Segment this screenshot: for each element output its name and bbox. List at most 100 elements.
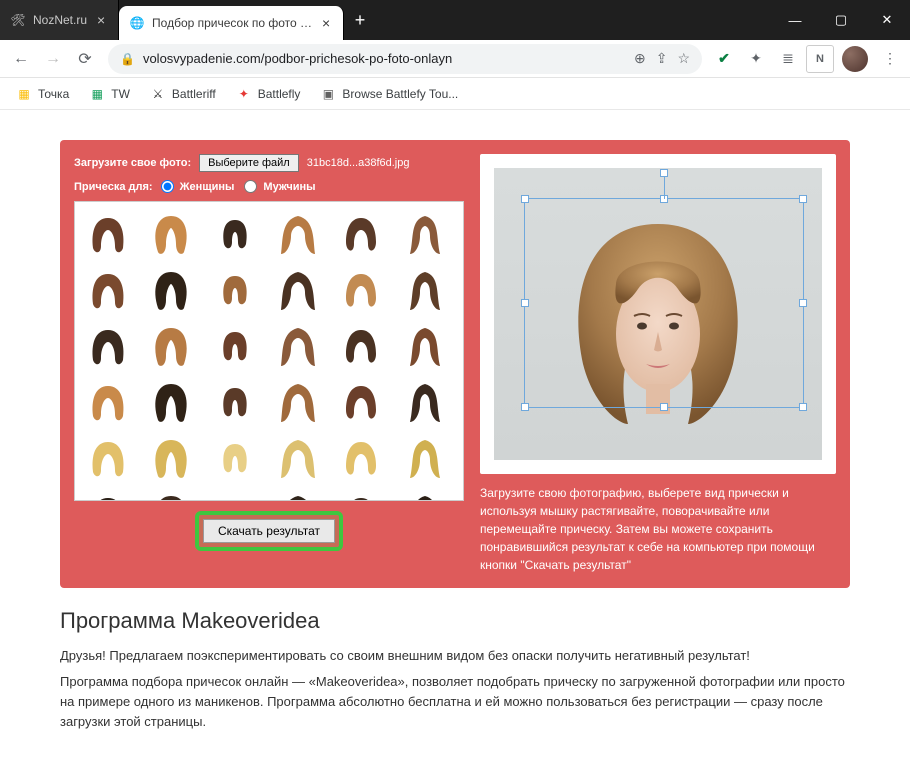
hairstyle-option[interactable]: [400, 378, 450, 424]
article-paragraph: Друзья! Предлагаем поэкспериментировать …: [60, 646, 850, 666]
hairstyle-option[interactable]: [83, 378, 133, 424]
profile-avatar[interactable]: [842, 46, 868, 72]
menu-icon[interactable]: ⋮: [876, 45, 904, 73]
hairstyle-option[interactable]: [336, 490, 386, 500]
hairstyle-option[interactable]: [273, 490, 323, 500]
hairstyle-option[interactable]: [83, 434, 133, 480]
radio-male[interactable]: [244, 180, 257, 193]
bookmark-icon: ⚔: [150, 86, 166, 102]
resize-handle-mr[interactable]: [799, 299, 807, 307]
resize-handle-tl[interactable]: [521, 195, 529, 203]
hairstyle-option[interactable]: [336, 322, 386, 368]
tab-title: Подбор причесок по фото онла: [152, 16, 312, 30]
bookmark-star-icon[interactable]: ☆: [677, 50, 690, 67]
bookmark-item[interactable]: ✦Battlefly: [228, 82, 309, 106]
hairstyle-option[interactable]: [210, 266, 260, 312]
maximize-button[interactable]: ▢: [818, 0, 864, 40]
article-section: Программа Makeoveridea Друзья! Предлагае…: [60, 608, 850, 733]
hairstyle-option[interactable]: [210, 434, 260, 480]
hairstyle-option[interactable]: [400, 322, 450, 368]
close-icon[interactable]: ×: [319, 16, 333, 30]
hairstyle-option[interactable]: [146, 210, 196, 256]
right-column: Загрузите свою фотографию, выберете вид …: [480, 154, 836, 574]
hairstyle-option[interactable]: [336, 210, 386, 256]
download-wrap: Скачать результат: [74, 511, 464, 551]
upload-row: Загрузите свое фото: Выберите файл 31bc1…: [74, 154, 464, 172]
share-icon[interactable]: ⇪: [656, 50, 668, 67]
hairstyle-option[interactable]: [146, 434, 196, 480]
hairstyle-option[interactable]: [336, 266, 386, 312]
back-button[interactable]: ←: [6, 44, 36, 74]
reload-button[interactable]: ⟳: [70, 44, 100, 74]
hairstyle-option[interactable]: [336, 434, 386, 480]
close-icon[interactable]: ×: [94, 13, 108, 27]
notion-icon[interactable]: N: [806, 45, 834, 73]
browser-tabs: 🛠 NozNet.ru × 🌐 Подбор причесок по фото …: [0, 0, 772, 40]
hairstyle-option[interactable]: [400, 266, 450, 312]
minimize-button[interactable]: —: [772, 0, 818, 40]
reading-list-icon[interactable]: ≣: [774, 45, 802, 73]
hairstyle-option[interactable]: [273, 210, 323, 256]
browser-toolbar: ← → ⟳ 🔒 ⊕ ⇪ ☆ ✔ ✦ ≣ N ⋮: [0, 40, 910, 78]
page-content[interactable]: Загрузите свое фото: Выберите файл 31bc1…: [0, 110, 910, 772]
hairstyle-option[interactable]: [83, 266, 133, 312]
resize-handle-ml[interactable]: [521, 299, 529, 307]
bookmark-item[interactable]: ▣Browse Battlefy Tou...: [312, 82, 466, 106]
hairstyle-option[interactable]: [146, 266, 196, 312]
browser-tab-noznet[interactable]: 🛠 NozNet.ru ×: [0, 0, 119, 40]
url-input[interactable]: [143, 51, 626, 66]
radio-female[interactable]: [161, 180, 174, 193]
address-bar[interactable]: 🔒 ⊕ ⇪ ☆: [108, 44, 702, 74]
window-controls: — ▢ ✕: [772, 0, 910, 40]
download-result-button[interactable]: Скачать результат: [203, 519, 335, 543]
hairstyle-option[interactable]: [210, 378, 260, 424]
hairstyle-option[interactable]: [400, 434, 450, 480]
hairstyle-option[interactable]: [210, 210, 260, 256]
hairstyle-option[interactable]: [400, 210, 450, 256]
urlbar-actions: ⊕ ⇪ ☆: [634, 50, 690, 67]
hairstyle-option[interactable]: [273, 322, 323, 368]
radio-male-label: Мужчины: [263, 181, 315, 193]
resize-handle-tr[interactable]: [799, 195, 807, 203]
forward-button[interactable]: →: [38, 44, 68, 74]
hairstyle-option[interactable]: [273, 434, 323, 480]
hairstyle-option[interactable]: [146, 378, 196, 424]
instructions-text: Загрузите свою фотографию, выберете вид …: [480, 484, 836, 574]
download-highlight: Скачать результат: [195, 511, 343, 551]
choose-file-button[interactable]: Выберите файл: [199, 154, 299, 172]
extensions-icon[interactable]: ✦: [742, 45, 770, 73]
bookmark-item[interactable]: ▦Точка: [8, 82, 77, 106]
hairstyle-grid[interactable]: [75, 202, 463, 500]
new-tab-button[interactable]: +: [344, 0, 376, 40]
hairstyle-option[interactable]: [146, 490, 196, 500]
bookmark-item[interactable]: ⚔Battleriff: [142, 82, 224, 106]
hairstyle-option[interactable]: [83, 490, 133, 500]
preview-canvas[interactable]: [494, 168, 822, 460]
selection-box[interactable]: [524, 198, 804, 408]
article-paragraph: Программа подбора причесок онлайн — «Mak…: [60, 672, 850, 732]
hairstyle-option[interactable]: [400, 490, 450, 500]
gender-label: Прическа для:: [74, 181, 153, 193]
hairstyle-option[interactable]: [83, 210, 133, 256]
hairstyle-option[interactable]: [210, 490, 260, 500]
hairstyle-option[interactable]: [273, 378, 323, 424]
hairstyle-option[interactable]: [336, 378, 386, 424]
wrench-icon: 🛠: [10, 12, 26, 28]
resize-handle-br[interactable]: [799, 403, 807, 411]
resize-handle-bl[interactable]: [521, 403, 529, 411]
rotate-handle[interactable]: [660, 169, 668, 177]
hairstyle-option[interactable]: [273, 266, 323, 312]
check-extension-icon[interactable]: ✔: [710, 45, 738, 73]
resize-handle-bm[interactable]: [660, 403, 668, 411]
radio-female-label: Женщины: [180, 181, 235, 193]
lock-icon: 🔒: [120, 52, 135, 66]
extensions-area: ✔ ✦ ≣ N ⋮: [710, 45, 904, 73]
browser-tab-active[interactable]: 🌐 Подбор причесок по фото онла ×: [119, 6, 344, 40]
bookmark-item[interactable]: ▦TW: [81, 82, 138, 106]
hairstyle-option[interactable]: [146, 322, 196, 368]
hairstyle-option[interactable]: [83, 322, 133, 368]
close-window-button[interactable]: ✕: [864, 0, 910, 40]
hairstyle-option[interactable]: [210, 322, 260, 368]
bookmarks-bar: ▦Точка ▦TW ⚔Battleriff ✦Battlefly ▣Brows…: [0, 78, 910, 110]
search-icon[interactable]: ⊕: [634, 50, 646, 67]
